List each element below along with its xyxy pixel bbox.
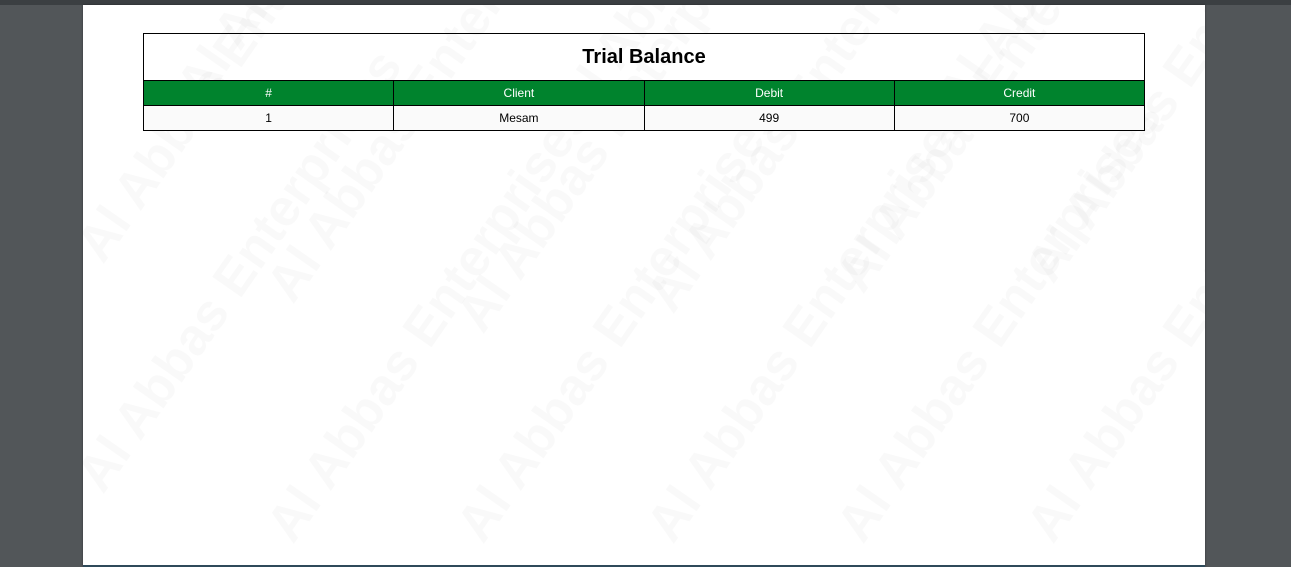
watermark-text: Al Abbas Enterprises — [635, 89, 983, 552]
watermark-text: Al Abbas Enterprises — [1015, 89, 1205, 552]
trial-balance-table: # Client Debit Credit 1 Mesam 499 700 — [142, 80, 1146, 131]
cell-credit: 700 — [893, 105, 1146, 131]
document-page: Al Abbas Enterprises Al Abbas Enterprises… — [83, 5, 1205, 567]
table-row: 1 Mesam 499 700 — [142, 105, 1146, 131]
watermark-text: Al Abbas Enterprises — [445, 89, 793, 552]
column-header-number: # — [142, 80, 395, 106]
column-header-client: Client — [393, 80, 645, 106]
watermark-text: Al Abbas Enterprises — [825, 89, 1173, 552]
report-title: Trial Balance — [143, 33, 1145, 80]
trial-balance-report: Trial Balance # Client Debit Credit 1 Me… — [142, 33, 1146, 131]
cell-number: 1 — [142, 105, 395, 131]
table-header-row: # Client Debit Credit — [142, 80, 1146, 106]
column-header-credit: Credit — [893, 80, 1146, 106]
column-header-debit: Debit — [643, 80, 895, 106]
watermark-text: Al Abbas Enterprises — [255, 89, 603, 552]
cell-client: Mesam — [393, 105, 645, 131]
cell-debit: 499 — [643, 105, 895, 131]
